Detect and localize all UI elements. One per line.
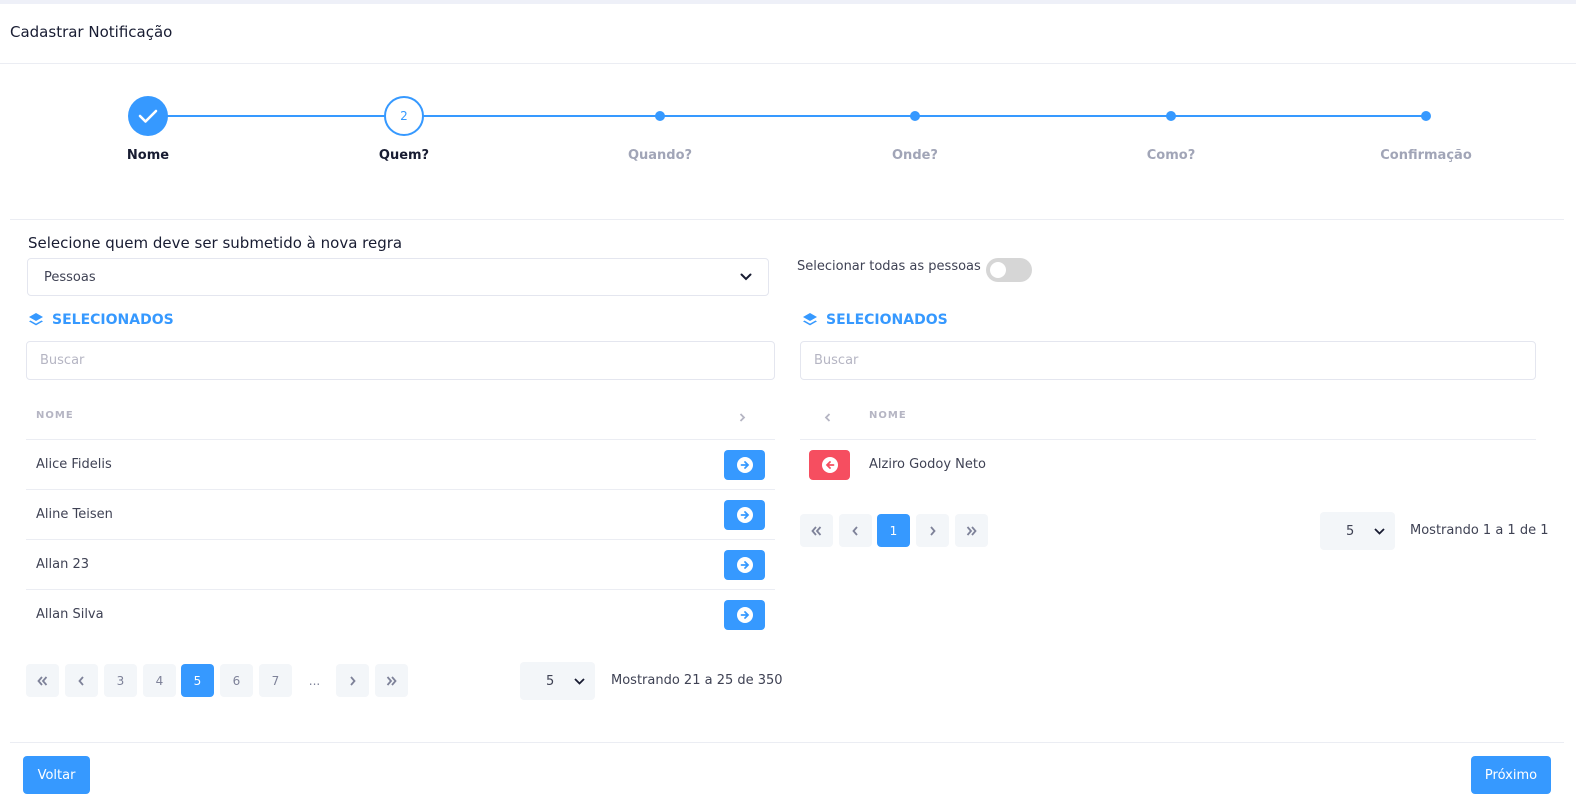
right-column-header-nome: NOME xyxy=(869,410,907,421)
select-all-label: Selecionar todas as pessoas xyxy=(797,259,981,274)
step-node-quando[interactable] xyxy=(655,111,665,121)
pagination-first-button[interactable] xyxy=(800,514,833,547)
double-chevron-right-icon xyxy=(966,525,977,536)
step-label-onde: Onde? xyxy=(892,148,938,163)
right-showing-text: Mostrando 1 a 1 de 1 xyxy=(1410,523,1549,538)
step-node-quem[interactable]: 2 xyxy=(384,96,424,136)
left-column-header-nome: NOME xyxy=(36,410,74,421)
right-panel-title-text: SELECIONADOS xyxy=(826,312,948,328)
chevron-down-icon xyxy=(574,677,585,685)
table-row: Allan 23 xyxy=(26,539,775,589)
target-type-select[interactable]: Pessoas xyxy=(27,258,769,296)
pagination-next-button[interactable] xyxy=(336,664,369,697)
step-label-confirmacao: Confirmação xyxy=(1380,148,1472,163)
step-label-quem: Quem? xyxy=(378,148,430,163)
arrow-left-circle-icon xyxy=(821,457,838,473)
step-node-confirmacao[interactable] xyxy=(1421,111,1431,121)
pagination-current-page[interactable]: 1 xyxy=(877,514,910,547)
header-divider xyxy=(0,63,1576,64)
pagination-prev-button[interactable] xyxy=(839,514,872,547)
table-row: Alziro Godoy Neto xyxy=(800,439,1536,489)
arrow-right-circle-icon xyxy=(736,457,753,473)
step-label-como: Como? xyxy=(1146,148,1196,163)
next-button[interactable]: Próximo xyxy=(1471,756,1551,794)
arrow-right-circle-icon xyxy=(736,607,753,623)
pagination-prev-button[interactable] xyxy=(65,664,98,697)
chevron-left-icon xyxy=(852,525,858,536)
page-title: Cadastrar Notificação xyxy=(10,23,173,41)
left-panel-title-text: SELECIONADOS xyxy=(52,312,174,328)
select-all-toggle[interactable] xyxy=(986,258,1032,282)
row-name: Aline Teisen xyxy=(36,507,113,522)
table-row: Aline Teisen xyxy=(26,489,775,539)
top-strip xyxy=(0,0,1576,4)
step-number: 2 xyxy=(400,109,408,123)
pagination-page-button[interactable]: 7 xyxy=(259,664,292,697)
chevron-left-header-icon xyxy=(824,413,831,422)
double-chevron-right-icon xyxy=(386,675,397,686)
step-label-quando: Quando? xyxy=(627,148,693,163)
back-button[interactable]: Voltar xyxy=(23,756,90,794)
row-name: Allan 23 xyxy=(36,557,89,572)
step-node-nome[interactable] xyxy=(128,96,168,136)
section-label: Selecione quem deve ser submetido à nova… xyxy=(28,234,403,252)
pagination-current-page[interactable]: 5 xyxy=(181,664,214,697)
page-size-value: 5 xyxy=(546,673,555,689)
chevron-right-icon xyxy=(350,675,356,686)
add-person-button[interactable] xyxy=(724,550,765,580)
step-node-onde[interactable] xyxy=(910,111,920,121)
chevron-left-icon xyxy=(78,675,84,686)
chevron-down-icon xyxy=(1374,527,1385,535)
left-search-input[interactable] xyxy=(26,341,775,380)
pagination-last-button[interactable] xyxy=(955,514,988,547)
double-chevron-left-icon xyxy=(37,675,48,686)
pagination-last-button[interactable] xyxy=(375,664,408,697)
footer-divider xyxy=(10,742,1564,743)
double-chevron-left-icon xyxy=(811,525,822,536)
stepper-line xyxy=(148,115,1426,117)
table-row: Allan Silva xyxy=(26,589,775,639)
pagination-page-button[interactable]: 3 xyxy=(104,664,137,697)
table-row: Alice Fidelis xyxy=(26,439,775,489)
add-person-button[interactable] xyxy=(724,600,765,630)
toggle-knob xyxy=(990,262,1006,278)
right-panel-title: SELECIONADOS xyxy=(802,312,948,328)
right-page-size-select[interactable]: 5 xyxy=(1320,512,1395,550)
left-panel-title: SELECIONADOS xyxy=(28,312,174,328)
step-label-nome: Nome xyxy=(126,148,170,163)
layers-icon xyxy=(29,313,43,326)
step-node-como[interactable] xyxy=(1166,111,1176,121)
stepper-divider xyxy=(10,219,1564,220)
row-name: Alice Fidelis xyxy=(36,457,112,472)
row-name: Allan Silva xyxy=(36,607,104,622)
chevron-right-header-icon xyxy=(739,413,746,422)
pagination-page-button[interactable]: 6 xyxy=(220,664,253,697)
arrow-right-circle-icon xyxy=(736,557,753,573)
chevron-right-icon xyxy=(930,525,936,536)
page-size-value: 5 xyxy=(1346,523,1355,539)
arrow-right-circle-icon xyxy=(736,507,753,523)
add-person-button[interactable] xyxy=(724,500,765,530)
check-icon xyxy=(138,109,158,123)
row-name: Alziro Godoy Neto xyxy=(869,457,986,472)
pagination-ellipsis: ... xyxy=(308,673,321,688)
pagination-first-button[interactable] xyxy=(26,664,59,697)
left-showing-text: Mostrando 21 a 25 de 350 xyxy=(611,673,783,688)
layers-icon xyxy=(803,313,817,326)
chevron-down-icon xyxy=(740,273,752,281)
target-type-value: Pessoas xyxy=(44,269,96,285)
right-search-input[interactable] xyxy=(800,341,1536,380)
pagination-page-button[interactable]: 4 xyxy=(143,664,176,697)
add-person-button[interactable] xyxy=(724,450,765,480)
remove-person-button[interactable] xyxy=(809,450,850,480)
left-page-size-select[interactable]: 5 xyxy=(520,662,595,700)
pagination-next-button[interactable] xyxy=(916,514,949,547)
